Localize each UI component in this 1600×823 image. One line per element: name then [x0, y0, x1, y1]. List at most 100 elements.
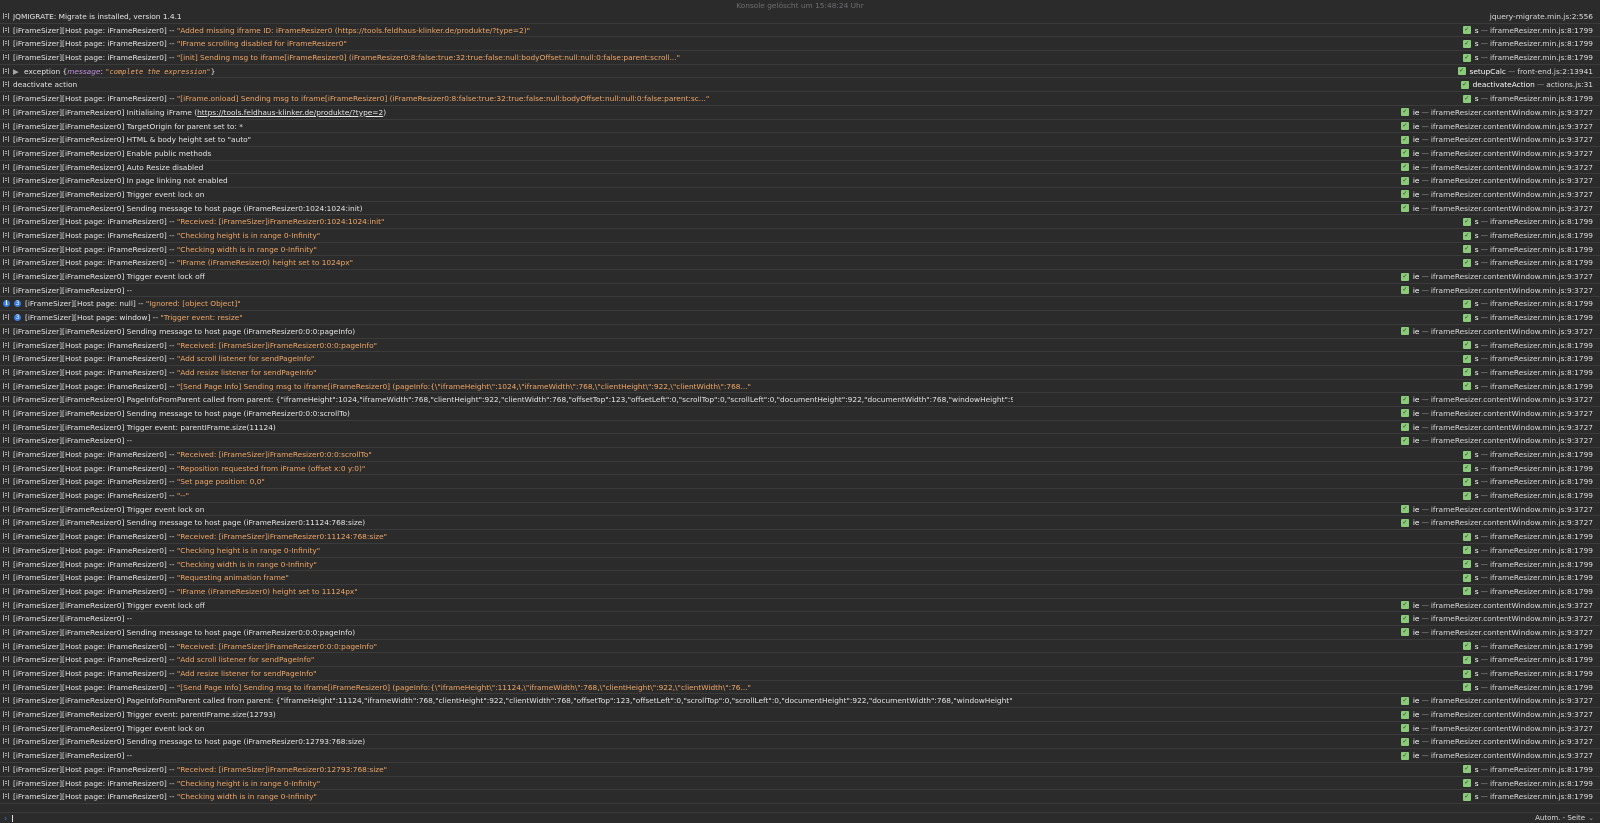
source-file[interactable]: jquery-migrate.min.js:2:556 — [1490, 10, 1593, 23]
log-entry[interactable]: [iFrameSizer][iFrameResizer0] Trigger ev… — [0, 188, 1600, 202]
log-entry[interactable]: [iFrameSizer][Host page: iFrameResizer0]… — [0, 462, 1600, 476]
log-entry[interactable]: [iFrameSizer][iFrameResizer0] Initialisi… — [0, 106, 1600, 120]
log-entry[interactable]: [iFrameSizer][Host page: iFrameResizer0]… — [0, 229, 1600, 243]
log-entry[interactable]: [iFrameSizer][iFrameResizer0] Trigger ev… — [0, 270, 1600, 284]
source-file[interactable]: iframeResizer.min.js:8:1799 — [1490, 558, 1593, 571]
log-source-link[interactable]: ✓ ie — iframeResizer.contentWindow.min.js… — [1400, 133, 1593, 146]
source-file[interactable]: iframeResizer.min.js:8:1799 — [1490, 37, 1593, 50]
source-file[interactable]: iframeResizer.min.js:8:1799 — [1490, 339, 1593, 352]
log-source-link[interactable]: ✓ s — iframeResizer.min.js:8:1799 — [1462, 763, 1593, 776]
source-file[interactable]: iframeResizer.min.js:8:1799 — [1490, 530, 1593, 543]
source-file[interactable]: iframeResizer.contentWindow.min.js:9:372… — [1431, 133, 1593, 146]
source-file[interactable]: iframeResizer.contentWindow.min.js:9:372… — [1431, 503, 1593, 516]
source-file[interactable]: iframeResizer.min.js:8:1799 — [1490, 51, 1593, 64]
log-entry[interactable]: [iFrameSizer][iFrameResizer0] -- ✓ ie — if… — [0, 612, 1600, 626]
source-file[interactable]: iframeResizer.contentWindow.min.js:9:372… — [1431, 120, 1593, 133]
log-entry[interactable]: [iFrameSizer][iFrameResizer0] Sending me… — [0, 735, 1600, 750]
log-source-link[interactable]: ✓ s — iframeResizer.min.js:8:1799 — [1462, 489, 1593, 502]
log-entry[interactable]: i 3 [iFrameSizer][Host page: null] -- "Ign… — [0, 297, 1600, 312]
log-entry[interactable]: [iFrameSizer][iFrameResizer0] Sending me… — [0, 407, 1600, 421]
log-entry[interactable]: [iFrameSizer][Host page: iFrameResizer0]… — [0, 763, 1600, 777]
source-file[interactable]: iframeResizer.min.js:8:1799 — [1490, 215, 1593, 228]
log-source-link[interactable]: ✓ s — iframeResizer.min.js:8:1799 — [1462, 558, 1593, 571]
log-entry[interactable]: [iFrameSizer][Host page: iFrameResizer0]… — [0, 777, 1600, 791]
log-entry[interactable]: [iFrameSizer][Host page: iFrameResizer0]… — [0, 530, 1600, 544]
source-file[interactable]: iframeResizer.min.js:8:1799 — [1490, 653, 1593, 666]
log-entry[interactable]: [iFrameSizer][iFrameResizer0] Enable pub… — [0, 147, 1600, 161]
log-entry[interactable]: [iFrameSizer][iFrameResizer0] Trigger ev… — [0, 708, 1600, 722]
log-entry[interactable]: [iFrameSizer][iFrameResizer0] Trigger ev… — [0, 503, 1600, 517]
log-source-link[interactable]: ✓ ie — iframeResizer.contentWindow.min.js… — [1400, 749, 1593, 762]
source-file[interactable]: iframeResizer.min.js:8:1799 — [1490, 462, 1593, 475]
log-entry[interactable]: [iFrameSizer][Host page: iFrameResizer0]… — [0, 544, 1600, 558]
source-file[interactable]: iframeResizer.min.js:8:1799 — [1490, 667, 1593, 680]
log-source-link[interactable]: ✓ ie — iframeResizer.contentWindow.min.js… — [1400, 188, 1593, 201]
log-source-link[interactable]: ✓ ie — iframeResizer.contentWindow.min.js… — [1400, 735, 1593, 748]
source-file[interactable]: iframeResizer.contentWindow.min.js:9:372… — [1431, 188, 1593, 201]
log-entry[interactable]: [iFrameSizer][Host page: iFrameResizer0]… — [0, 366, 1600, 380]
source-file[interactable]: iframeResizer.min.js:8:1799 — [1490, 311, 1593, 324]
log-source-link[interactable]: ✓ s — iframeResizer.min.js:8:1799 — [1462, 339, 1593, 352]
source-file[interactable]: front-end.js:2:13941 — [1517, 65, 1593, 78]
log-entry[interactable]: [iFrameSizer][Host page: iFrameResizer0]… — [0, 475, 1600, 490]
source-file[interactable]: iframeResizer.min.js:8:1799 — [1490, 366, 1593, 379]
log-source-link[interactable]: ✓ ie — iframeResizer.contentWindow.min.js… — [1400, 106, 1593, 119]
log-source-link[interactable]: ✓ s — iframeResizer.min.js:8:1799 — [1462, 215, 1593, 228]
log-source-link[interactable]: ✓ ie — iframeResizer.contentWindow.min.js… — [1400, 407, 1593, 420]
log-entry[interactable]: [iFrameSizer][iFrameResizer0] Auto Resiz… — [0, 161, 1600, 175]
source-file[interactable]: iframeResizer.min.js:8:1799 — [1490, 475, 1593, 488]
log-source-link[interactable]: ✓ ie — iframeResizer.contentWindow.min.js… — [1400, 516, 1593, 529]
log-source-link[interactable]: ✓ ie — iframeResizer.contentWindow.min.js… — [1400, 612, 1593, 625]
source-file[interactable]: iframeResizer.min.js:8:1799 — [1490, 24, 1593, 37]
source-file[interactable]: iframeResizer.min.js:8:1799 — [1490, 777, 1593, 790]
log-source-link[interactable]: ✓ s — iframeResizer.min.js:8:1799 — [1462, 51, 1593, 64]
log-source-link[interactable]: ✓ ie — iframeResizer.contentWindow.min.js… — [1400, 599, 1593, 612]
log-source-link[interactable]: ✓ s — iframeResizer.min.js:8:1799 — [1462, 380, 1593, 393]
log-source-link[interactable]: ✓ s — iframeResizer.min.js:8:1799 — [1462, 92, 1593, 105]
source-file[interactable]: iframeResizer.min.js:8:1799 — [1490, 448, 1593, 461]
log-link[interactable]: https://tools.feldhaus-klinker.de/produk… — [197, 108, 383, 117]
log-entry[interactable]: [iFrameSizer][iFrameResizer0] Sending me… — [0, 626, 1600, 640]
log-source-link[interactable]: ✓ ie — iframeResizer.contentWindow.min.js… — [1400, 393, 1593, 406]
log-source-link[interactable]: ✓ s — iframeResizer.min.js:8:1799 — [1462, 297, 1593, 310]
source-file[interactable]: iframeResizer.contentWindow.min.js:9:372… — [1431, 735, 1593, 748]
log-source-link[interactable]: ✓ ie — iframeResizer.contentWindow.min.js… — [1400, 708, 1593, 721]
log-source-link[interactable]: ✓ ie — iframeResizer.contentWindow.min.js… — [1400, 174, 1593, 187]
log-source-link[interactable]: ✓ s — iframeResizer.min.js:8:1799 — [1462, 640, 1593, 653]
source-file[interactable]: iframeResizer.min.js:8:1799 — [1490, 229, 1593, 242]
log-entry[interactable]: [iFrameSizer][Host page: iFrameResizer0]… — [0, 489, 1600, 503]
source-file[interactable]: iframeResizer.min.js:8:1799 — [1490, 489, 1593, 502]
source-file[interactable]: iframeResizer.contentWindow.min.js:9:372… — [1431, 749, 1593, 762]
log-entry[interactable]: [iFrameSizer][iFrameResizer0] Trigger ev… — [0, 722, 1600, 736]
log-source-link[interactable]: ✓ s — iframeResizer.min.js:8:1799 — [1462, 681, 1593, 694]
log-source-link[interactable]: ✓ deactivateAction — actions.js:31 — [1460, 78, 1593, 91]
log-entry[interactable]: [iFrameSizer][iFrameResizer0] -- ✓ ie — if… — [0, 434, 1600, 448]
log-source-link[interactable]: ✓ s — iframeResizer.min.js:8:1799 — [1462, 462, 1593, 475]
log-entry[interactable]: [iFrameSizer][iFrameResizer0] In page li… — [0, 174, 1600, 188]
log-source-link[interactable]: ✓ ie — iframeResizer.contentWindow.min.js… — [1400, 270, 1593, 283]
log-source-link[interactable]: ✓ s — iframeResizer.min.js:8:1799 — [1462, 571, 1593, 584]
source-file[interactable]: iframeResizer.contentWindow.min.js:9:372… — [1431, 434, 1593, 447]
source-file[interactable]: iframeResizer.contentWindow.min.js:9:372… — [1431, 694, 1593, 707]
source-file[interactable]: iframeResizer.min.js:8:1799 — [1490, 544, 1593, 557]
log-entry[interactable]: [iFrameSizer][Host page: iFrameResizer0]… — [0, 92, 1600, 106]
source-file[interactable]: iframeResizer.contentWindow.min.js:9:372… — [1431, 161, 1593, 174]
log-entry[interactable]: [iFrameSizer][Host page: iFrameResizer0]… — [0, 448, 1600, 462]
log-source-link[interactable]: ✓ s — iframeResizer.min.js:8:1799 — [1462, 667, 1593, 680]
log-source-link[interactable]: jquery-migrate.min.js:2:556 — [1490, 10, 1593, 23]
log-entry[interactable]: [iFrameSizer][iFrameResizer0] PageInfoFr… — [0, 694, 1600, 709]
log-entry[interactable]: [iFrameSizer][Host page: iFrameResizer0]… — [0, 380, 1600, 394]
log-source-link[interactable]: ✓ ie — iframeResizer.contentWindow.min.js… — [1400, 626, 1593, 639]
log-entry[interactable]: [iFrameSizer][Host page: iFrameResizer0]… — [0, 352, 1600, 366]
source-file[interactable]: iframeResizer.contentWindow.min.js:9:372… — [1431, 174, 1593, 187]
log-entry[interactable]: [iFrameSizer][iFrameResizer0] Sending me… — [0, 516, 1600, 531]
log-entry[interactable]: [iFrameSizer][iFrameResizer0] Sending me… — [0, 202, 1600, 216]
console-log[interactable]: JQMIGRATE: Migrate is installed, version… — [0, 10, 1600, 812]
log-source-link[interactable]: ✓ s — iframeResizer.min.js:8:1799 — [1462, 352, 1593, 365]
log-source-link[interactable]: ✓ ie — iframeResizer.contentWindow.min.js… — [1400, 434, 1593, 447]
console-input-bar[interactable]: › Autom. - Seite ⌄ — [0, 812, 1600, 823]
source-file[interactable]: iframeResizer.min.js:8:1799 — [1490, 585, 1593, 598]
log-entry[interactable]: [iFrameSizer][Host page: iFrameResizer0]… — [0, 653, 1600, 667]
source-file[interactable]: iframeResizer.contentWindow.min.js:9:372… — [1431, 147, 1593, 160]
log-entry[interactable]: [iFrameSizer][iFrameResizer0] Trigger ev… — [0, 421, 1600, 435]
